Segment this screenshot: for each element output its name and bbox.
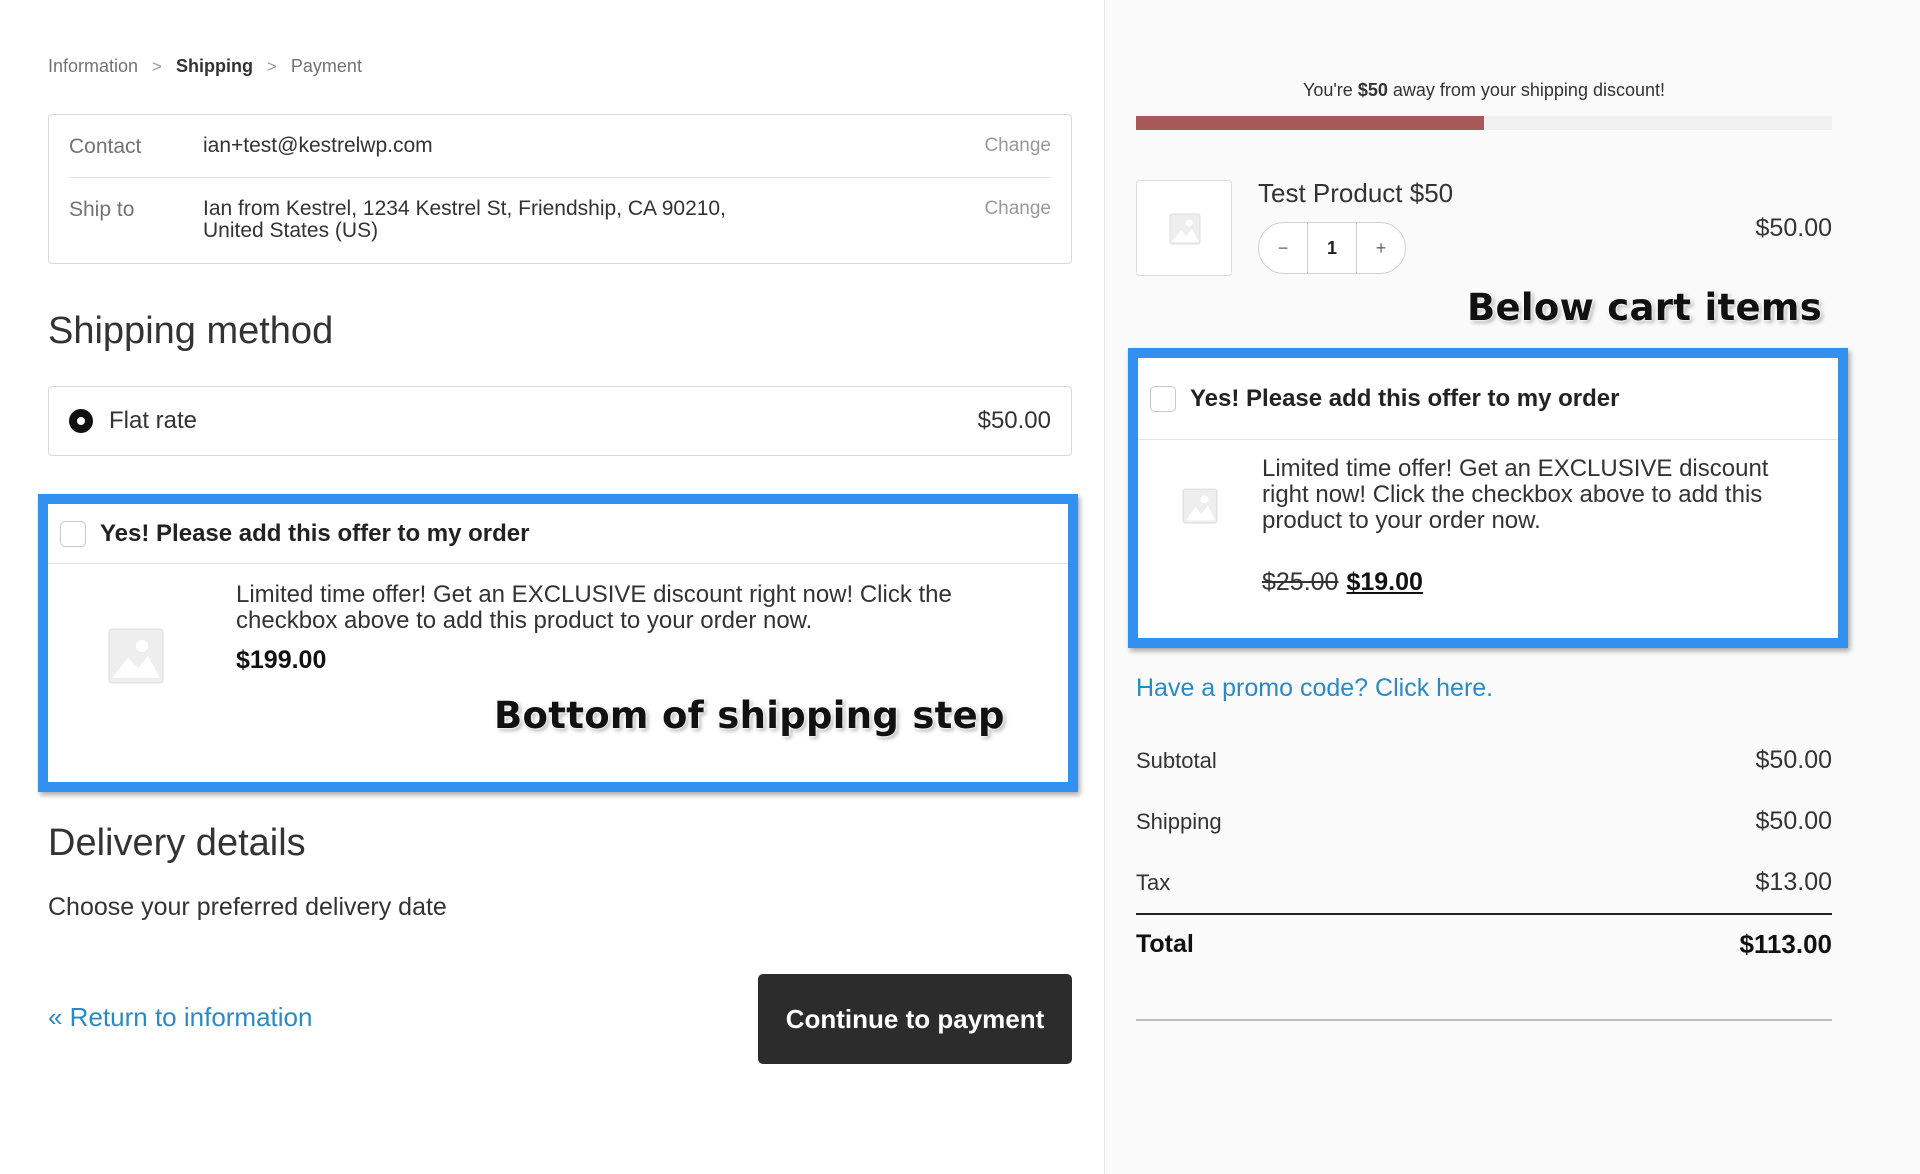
product-placeholder-icon <box>1169 213 1201 245</box>
order-totals: Subtotal $50.00 Shipping $50.00 Tax $13.… <box>1136 730 1832 974</box>
order-bump-description: Limited time offer! Get an EXCLUSIVE dis… <box>236 581 952 634</box>
notice-suffix: away from your shipping discount! <box>1387 80 1665 100</box>
total-label: Total <box>1136 930 1194 958</box>
product-placeholder-icon <box>108 628 164 684</box>
subtotal-value: $50.00 <box>1755 746 1832 774</box>
sidebar-order-bump-price: $25.00 $19.00 <box>1262 568 1423 597</box>
promo-code-link[interactable]: Have a promo code? Click here. <box>1136 674 1493 703</box>
tax-row: Tax $13.00 <box>1136 852 1832 913</box>
continue-to-payment-button[interactable]: Continue to payment <box>758 974 1072 1064</box>
breadcrumb-information[interactable]: Information <box>48 56 138 77</box>
shipping-discount-progress <box>1136 116 1832 130</box>
annotation-bottom-of-shipping: Bottom of shipping step <box>494 694 1005 737</box>
ship-to-line-2: United States (US) <box>203 219 379 242</box>
customer-review-box: Contact ian+test@kestrelwp.com Change Sh… <box>48 114 1072 264</box>
subtotal-row: Subtotal $50.00 <box>1136 730 1832 791</box>
annotation-below-cart: Below cart items <box>1467 286 1823 329</box>
notice-amount: $50 <box>1357 80 1388 100</box>
increase-quantity-button[interactable]: + <box>1357 223 1405 273</box>
sidebar-order-bump-description: Limited time offer! Get an EXCLUSIVE dis… <box>1262 455 1769 534</box>
subtotal-label: Subtotal <box>1136 747 1217 773</box>
delivery-details-heading: Delivery details <box>48 822 306 864</box>
shipping-discount-notice: You're $50 away from your shipping disco… <box>1136 80 1832 101</box>
order-bump-header[interactable]: Yes! Please add this offer to my order <box>48 504 1068 564</box>
order-bump-body: Limited time offer! Get an EXCLUSIVE dis… <box>48 564 1068 782</box>
change-ship-to-link[interactable]: Change <box>984 198 1051 220</box>
tax-value: $13.00 <box>1755 868 1832 896</box>
shipping-row: Shipping $50.00 <box>1136 791 1832 852</box>
breadcrumb-shipping: Shipping <box>175 56 253 76</box>
ship-to-line-1: Ian from Kestrel, 1234 Kestrel St, Frien… <box>203 197 726 220</box>
shipping-option-label: Flat rate <box>109 407 198 434</box>
breadcrumb: Information > Shipping > Payment <box>48 56 362 77</box>
sidebar-order-bump-checkbox-label: Yes! Please add this offer to my order <box>1190 384 1620 412</box>
quantity-stepper: − 1 + <box>1258 222 1406 274</box>
quantity-value[interactable]: 1 <box>1307 223 1357 273</box>
breadcrumb-separator: > <box>152 56 162 76</box>
ship-to-label: Ship to <box>69 198 135 221</box>
ship-to-row: Ship to Ian from Kestrel, 1234 Kestrel S… <box>69 177 1051 263</box>
total-value: $113.00 <box>1739 929 1832 959</box>
shipping-value: $50.00 <box>1755 807 1832 835</box>
order-bump-checkbox[interactable] <box>60 520 86 547</box>
order-bump-price: $199.00 <box>236 646 327 674</box>
return-to-information-link[interactable]: « Return to information <box>48 1002 312 1033</box>
sidebar-order-bump-old-price: $25.00 <box>1262 568 1339 596</box>
order-bump-cart-frame: Yes! Please add this offer to my order L… <box>1128 348 1848 648</box>
order-bump-shipping-frame: Yes! Please add this offer to my order L… <box>38 494 1078 792</box>
change-contact-link[interactable]: Change <box>984 135 1051 157</box>
ship-to-value: Ian from Kestrel, 1234 Kestrel St, Frien… <box>203 198 964 242</box>
decrease-quantity-button[interactable]: − <box>1259 223 1307 273</box>
sidebar-order-bump-body: Limited time offer! Get an EXCLUSIVE dis… <box>1138 440 1838 638</box>
breadcrumb-payment: Payment <box>290 56 362 76</box>
tax-label: Tax <box>1136 869 1171 895</box>
cart-item-price: $50.00 <box>1755 214 1832 242</box>
notice-prefix: You're <box>1302 80 1358 100</box>
sidebar-order-bump-new-price: $19.00 <box>1346 568 1423 596</box>
shipping-method-heading: Shipping method <box>48 310 334 352</box>
total-row: Total $113.00 <box>1136 913 1832 974</box>
sidebar-order-bump-header[interactable]: Yes! Please add this offer to my order <box>1138 358 1838 440</box>
shipping-option-flat-rate[interactable]: Flat rate $50.00 <box>48 386 1072 456</box>
order-bump-checkbox-label: Yes! Please add this offer to my order <box>100 519 530 547</box>
contact-row: Contact ian+test@kestrelwp.com Change <box>69 115 1051 177</box>
shipping-option-price: $50.00 <box>977 407 1051 434</box>
shipping-label: Shipping <box>1136 808 1222 834</box>
shipping-radio[interactable] <box>69 409 93 433</box>
cart-item-name: Test Product $50 <box>1258 178 1454 208</box>
contact-value: ian+test@kestrelwp.com <box>203 134 433 157</box>
contact-label: Contact <box>69 135 142 158</box>
product-placeholder-icon <box>1182 488 1218 524</box>
progress-fill <box>1136 116 1484 130</box>
cart-item-thumbnail <box>1136 180 1232 276</box>
delivery-details-subtitle: Choose your preferred delivery date <box>48 893 447 921</box>
sidebar-order-bump-checkbox[interactable] <box>1150 385 1176 412</box>
breadcrumb-separator: > <box>266 56 277 76</box>
summary-divider <box>1136 1019 1832 1021</box>
